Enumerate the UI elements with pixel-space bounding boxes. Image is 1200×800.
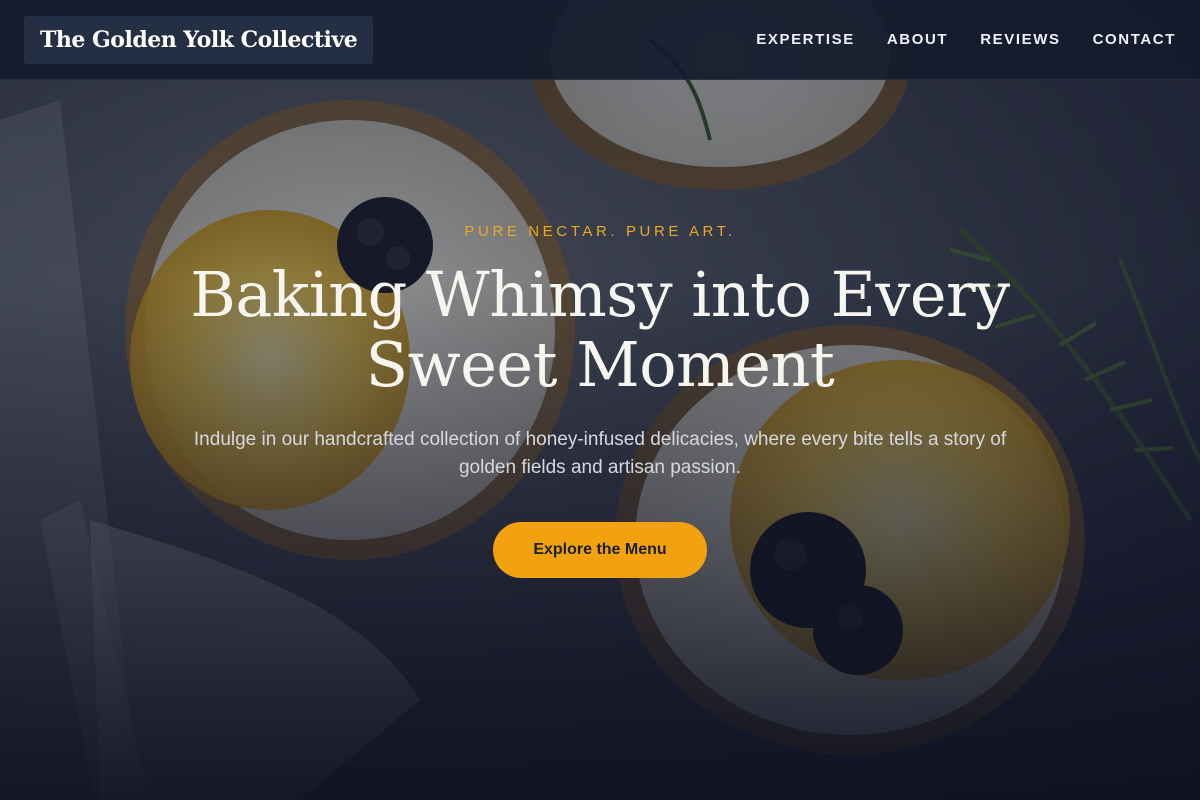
nav-link-expertise[interactable]: EXPERTISE	[756, 31, 855, 48]
site-header: The Golden Yolk Collective EXPERTISE ABO…	[0, 0, 1200, 80]
hero-section: PURE NECTAR. PURE ART. Baking Whimsy int…	[0, 80, 1200, 800]
logo-text: The Golden Yolk Collective	[40, 26, 358, 53]
hero-headline: Baking Whimsy into Every Sweet Moment	[190, 258, 1010, 401]
explore-menu-button[interactable]: Explore the Menu	[493, 522, 707, 578]
hero-tagline: PURE NECTAR. PURE ART.	[464, 223, 736, 240]
main-nav: EXPERTISE ABOUT REVIEWS CONTACT	[756, 31, 1176, 48]
hero-subtitle: Indulge in our handcrafted collection of…	[193, 429, 1007, 478]
nav-link-about[interactable]: ABOUT	[887, 31, 948, 48]
nav-link-reviews[interactable]: REVIEWS	[980, 31, 1060, 48]
nav-link-contact[interactable]: CONTACT	[1093, 31, 1176, 48]
logo[interactable]: The Golden Yolk Collective	[24, 15, 374, 64]
